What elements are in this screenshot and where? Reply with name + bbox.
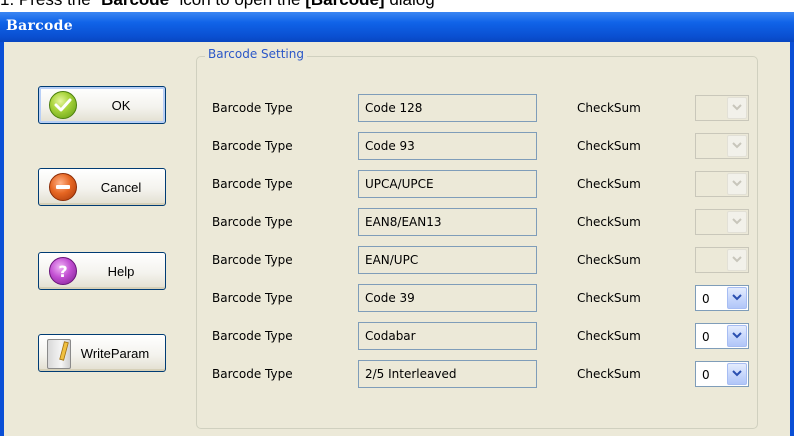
write-param-button[interactable]: WriteParam — [38, 334, 166, 372]
ok-button[interactable]: OK — [38, 86, 166, 124]
checksum-label: CheckSum — [577, 215, 641, 229]
checksum-label: CheckSum — [577, 139, 641, 153]
chevron-down-icon[interactable] — [727, 249, 747, 271]
checksum-select[interactable]: 0 — [695, 285, 749, 311]
checksum-select[interactable] — [695, 171, 749, 197]
checksum-select[interactable] — [695, 247, 749, 273]
instruction-caption: 1. Press the “Barcode” icon to open the … — [0, 0, 435, 9]
checksum-select[interactable] — [695, 133, 749, 159]
checksum-label: CheckSum — [577, 329, 641, 343]
minus-icon — [49, 173, 77, 201]
write-param-label: WriteParam — [80, 346, 150, 361]
barcode-type-label: Barcode Type — [212, 367, 293, 381]
checksum-select[interactable] — [695, 95, 749, 121]
chevron-down-icon[interactable] — [727, 363, 747, 385]
chevron-down-icon[interactable] — [727, 97, 747, 119]
checksum-value: 0 — [702, 330, 710, 344]
barcode-type-label: Barcode Type — [212, 215, 293, 229]
checksum-label: CheckSum — [577, 253, 641, 267]
checksum-label: CheckSum — [577, 177, 641, 191]
barcode-type-field: Code 39 — [358, 284, 537, 312]
chevron-down-icon[interactable] — [727, 287, 747, 309]
checksum-label: CheckSum — [577, 101, 641, 115]
svg-text:?: ? — [58, 262, 67, 281]
checksum-value: 0 — [702, 292, 710, 306]
help-label: Help — [107, 264, 135, 279]
title-bar[interactable]: Barcode — [0, 12, 794, 42]
barcode-type-label: Barcode Type — [212, 329, 293, 343]
question-mark-icon: ? — [49, 257, 77, 285]
chevron-down-icon[interactable] — [727, 135, 747, 157]
barcode-type-label: Barcode Type — [212, 101, 293, 115]
caption-dialog-name: [Barcode] — [305, 0, 384, 9]
barcode-type-field: EAN8/EAN13 — [358, 208, 537, 236]
caption-middle: ” icon to open the — [169, 0, 305, 9]
help-button[interactable]: ? Help — [38, 252, 166, 290]
chevron-down-icon[interactable] — [727, 325, 747, 347]
barcode-type-label: Barcode Type — [212, 291, 293, 305]
window-title: Barcode — [6, 18, 73, 34]
barcode-type-field: Code 128 — [358, 94, 537, 122]
barcode-type-field: UPCA/UPCE — [358, 170, 537, 198]
checksum-label: CheckSum — [577, 367, 641, 381]
barcode-type-field: Code 93 — [358, 132, 537, 160]
caption-prefix: 1. Press the “ — [0, 0, 101, 9]
barcode-type-label: Barcode Type — [212, 177, 293, 191]
cancel-label: Cancel — [100, 180, 142, 195]
barcode-type-field: EAN/UPC — [358, 246, 537, 274]
caption-icon-name: Barcode — [101, 0, 169, 9]
document-write-icon — [47, 339, 71, 369]
caption-suffix: dialog — [385, 0, 434, 9]
chevron-down-icon[interactable] — [727, 211, 747, 233]
ok-label: OK — [111, 98, 131, 113]
checksum-label: CheckSum — [577, 291, 641, 305]
checksum-value: 0 — [702, 368, 710, 382]
checksum-select[interactable] — [695, 209, 749, 235]
cancel-button[interactable]: Cancel — [38, 168, 166, 206]
barcode-type-label: Barcode Type — [212, 253, 293, 267]
checksum-select[interactable]: 0 — [695, 323, 749, 349]
chevron-down-icon[interactable] — [727, 173, 747, 195]
barcode-type-label: Barcode Type — [212, 139, 293, 153]
barcode-type-field: Codabar — [358, 322, 537, 350]
group-title: Barcode Setting — [205, 47, 307, 61]
barcode-type-field: 2/5 Interleaved — [358, 360, 537, 388]
checksum-select[interactable]: 0 — [695, 361, 749, 387]
checkmark-icon — [49, 91, 77, 119]
